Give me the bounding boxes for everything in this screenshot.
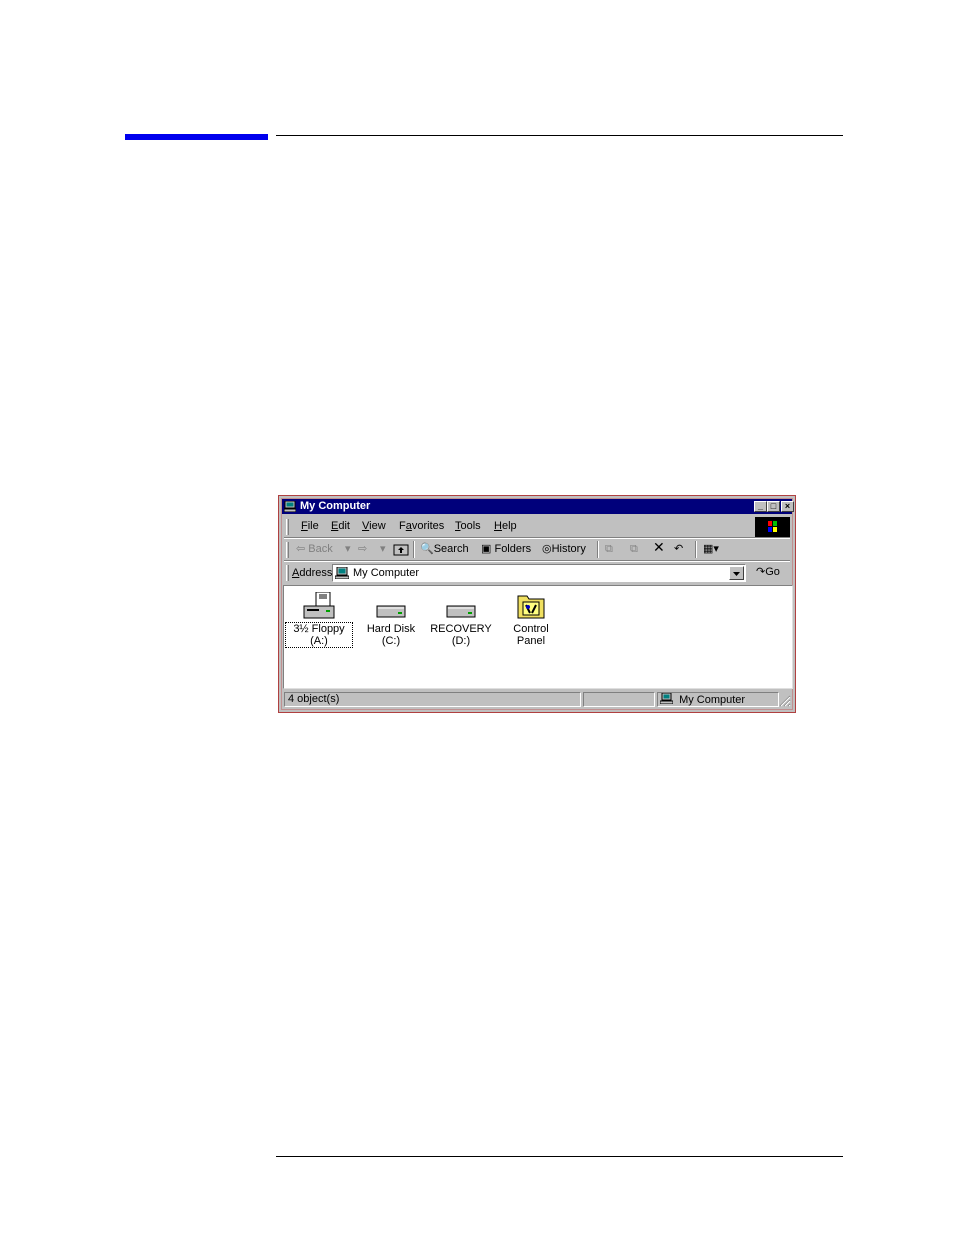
hard-disk-icon	[446, 605, 476, 618]
section-header-bar	[125, 134, 268, 140]
computer-icon	[659, 692, 674, 705]
back-arrow-icon: ⇦	[296, 543, 306, 555]
close-button[interactable]: ×	[781, 501, 794, 512]
undo-button[interactable]: ↶	[674, 543, 683, 555]
views-grid-icon: ▦	[703, 543, 714, 555]
close-icon: ×	[784, 501, 791, 511]
forward-dropdown[interactable]: ▾	[380, 543, 386, 555]
history-button[interactable]: ◎History	[542, 543, 586, 555]
history-icon: ◎	[542, 543, 552, 555]
computer-icon	[335, 567, 349, 579]
delete-button[interactable]: ✕	[653, 539, 665, 555]
address-bar: Address My Computer ↷Go	[284, 562, 790, 583]
addressbar-grip[interactable]	[286, 565, 289, 581]
back-button[interactable]: ⇦ Back	[296, 543, 333, 555]
menu-file[interactable]: File	[301, 520, 319, 532]
toolbar-separator	[413, 541, 415, 558]
folders-button[interactable]: ▣ Folders	[481, 543, 531, 555]
menu-bar: File Edit View Favorites Tools Help	[284, 516, 750, 536]
chevron-down-icon	[733, 572, 740, 576]
list-item[interactable]: RECOVERY (D:)	[428, 592, 494, 647]
delete-x-icon: ✕	[653, 539, 665, 555]
go-arrow-icon: ↷	[756, 566, 766, 578]
move-to-button[interactable]: ⧉	[605, 543, 613, 555]
control-panel-folder-icon	[517, 595, 545, 619]
status-object-count: 4 object(s)	[284, 692, 581, 707]
back-dropdown[interactable]: ▾	[345, 543, 351, 555]
floppy-drive-icon	[303, 592, 335, 619]
list-item[interactable]: 3½ Floppy (A:)	[285, 592, 353, 648]
copy-to-icon: ⧉	[630, 543, 638, 555]
up-button[interactable]	[393, 543, 409, 559]
undo-icon: ↶	[674, 543, 684, 555]
item-label: 3½ Floppy (A:)	[285, 622, 353, 648]
address-value: My Computer	[353, 567, 420, 579]
item-label: Control Panel	[513, 623, 549, 647]
windows-logo-throbber	[755, 517, 790, 537]
menu-favorites[interactable]: Favorites	[399, 520, 444, 532]
resize-grip-icon[interactable]	[779, 695, 791, 707]
toolbar-separator	[695, 541, 697, 558]
maximize-icon: □	[770, 501, 777, 511]
status-zone: My Computer	[657, 692, 779, 707]
menu-edit[interactable]: Edit	[331, 520, 350, 532]
minimize-icon: _	[757, 501, 763, 511]
up-folder-icon	[393, 544, 409, 556]
menubar-grip[interactable]	[286, 519, 289, 535]
move-to-icon: ⧉	[605, 543, 613, 555]
status-panel-empty	[583, 692, 655, 707]
window-title: My Computer	[300, 500, 371, 512]
status-bar: 4 object(s) My Computer	[283, 691, 793, 708]
maximize-button[interactable]: □	[767, 501, 780, 512]
copy-to-button[interactable]: ⧉	[630, 543, 638, 555]
windows-logo-icon	[768, 521, 777, 532]
list-item[interactable]: Control Panel	[498, 592, 564, 647]
standard-toolbar: ⇦ Back ▾ ⇨ ▾ 🔍Search ▣ Folders ◎History …	[284, 539, 790, 560]
address-label: Address	[292, 567, 333, 579]
chevron-down-icon: ▾	[713, 543, 719, 555]
address-input[interactable]: My Computer	[332, 564, 746, 582]
header-rule	[276, 135, 843, 136]
my-computer-window: My Computer _ □ × File Edit View Favorit…	[278, 495, 796, 713]
search-icon: 🔍	[420, 543, 434, 555]
hard-disk-icon	[376, 605, 406, 618]
toolbar-grip[interactable]	[286, 542, 289, 558]
folders-icon: ▣	[481, 543, 492, 555]
forward-button[interactable]: ⇨	[358, 543, 367, 555]
chevron-down-icon: ▾	[345, 543, 351, 555]
menu-view[interactable]: View	[362, 520, 386, 532]
footer-rule	[276, 1156, 843, 1157]
go-button[interactable]: ↷Go	[756, 566, 780, 578]
item-label: Hard Disk (C:)	[366, 623, 416, 647]
minimize-button[interactable]: _	[754, 501, 767, 512]
title-bar[interactable]: My Computer _ □ ×	[282, 499, 794, 514]
views-button[interactable]: ▦▾	[703, 543, 719, 555]
address-dropdown-button[interactable]	[729, 566, 744, 580]
menu-help[interactable]: Help	[494, 520, 517, 532]
list-item[interactable]: Hard Disk (C:)	[358, 592, 424, 647]
computer-icon	[284, 501, 296, 512]
toolbar-separator	[597, 541, 599, 558]
menu-tools[interactable]: Tools	[455, 520, 481, 532]
file-view[interactable]: 3½ Floppy (A:) Hard Disk (C:) RECOVERY (…	[283, 585, 793, 689]
forward-arrow-icon: ⇨	[358, 543, 368, 555]
search-button[interactable]: 🔍Search	[420, 543, 469, 555]
chevron-down-icon: ▾	[380, 543, 386, 555]
item-label: RECOVERY (D:)	[430, 623, 492, 647]
